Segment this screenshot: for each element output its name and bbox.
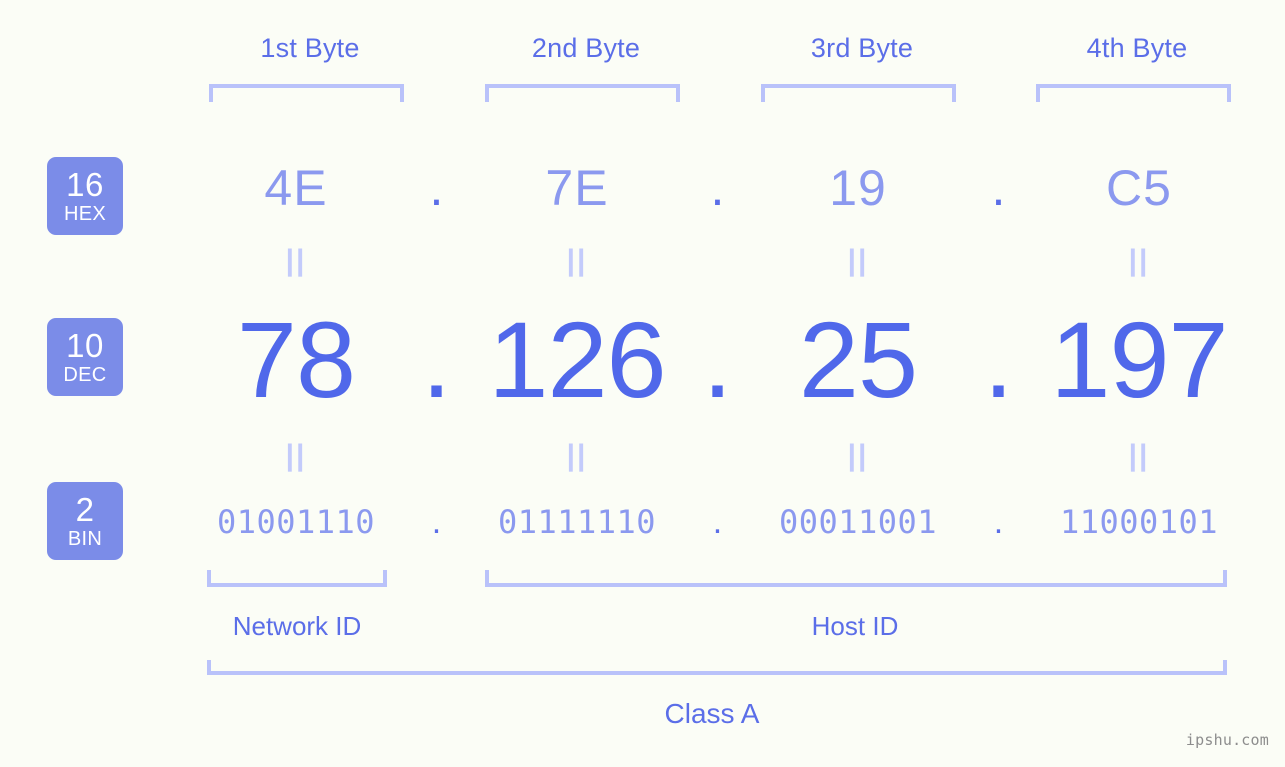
hex-byte-3: 19 <box>829 160 887 216</box>
equality-mark-2: || <box>566 244 588 277</box>
dec-byte-2: 126 <box>488 299 666 421</box>
byte-bracket-1 <box>209 84 404 102</box>
bin-byte-3: 00011001 <box>778 503 938 541</box>
dec-separator-2: . <box>702 299 733 421</box>
equality-row-dec-bin: || || || || <box>155 438 1280 474</box>
hex-byte-1: 4E <box>264 160 328 216</box>
ip-breakdown-diagram: 1st Byte 2nd Byte 3rd Byte 4th Byte 16 H… <box>0 0 1285 767</box>
byte-bracket-2 <box>485 84 680 102</box>
dec-separator-3: . <box>983 299 1014 421</box>
class-label: Class A <box>664 698 760 729</box>
hex-byte-4: C5 <box>1106 160 1172 216</box>
radix-badge-bin-unit: BIN <box>67 528 103 550</box>
bin-byte-2: 01111110 <box>497 503 657 541</box>
dec-separator-1: . <box>421 299 452 421</box>
hex-separator-3: . <box>991 160 1006 216</box>
radix-badge-dec-unit: DEC <box>63 364 107 386</box>
radix-badge-hex-unit: HEX <box>63 203 107 225</box>
bin-separator-1: . <box>431 502 442 541</box>
equality-row-hex-dec: || || || || <box>155 243 1280 279</box>
byte-bracket-3 <box>761 84 956 102</box>
hex-value-row: 4E . 7E . 19 . C5 <box>155 152 1280 224</box>
dec-byte-3: 25 <box>798 299 918 421</box>
equality-mark-5: || <box>285 439 307 472</box>
byte-header-2: 2nd Byte <box>531 33 641 63</box>
equality-mark-6: || <box>566 439 588 472</box>
equality-mark-8: || <box>1128 439 1150 472</box>
class-bracket <box>207 660 1227 675</box>
bin-byte-1: 01001110 <box>216 503 376 541</box>
hex-byte-2: 7E <box>545 160 609 216</box>
dec-byte-1: 78 <box>236 299 356 421</box>
byte-header-3: 3rd Byte <box>810 33 914 63</box>
byte-header-1: 1st Byte <box>260 33 360 63</box>
radix-badge-bin: 2 BIN <box>47 482 123 560</box>
equality-mark-3: || <box>847 244 869 277</box>
radix-badge-dec-number: 10 <box>66 327 104 364</box>
host-id-bracket <box>485 570 1227 587</box>
bin-byte-4: 11000101 <box>1059 503 1219 541</box>
radix-badge-hex-number: 16 <box>66 166 104 203</box>
radix-badge-dec: 10 DEC <box>47 318 123 396</box>
dec-byte-4: 197 <box>1050 299 1228 421</box>
equality-mark-1: || <box>285 244 307 277</box>
equality-mark-7: || <box>847 439 869 472</box>
byte-bracket-4 <box>1036 84 1231 102</box>
site-watermark: ipshu.com <box>1185 731 1269 749</box>
bin-separator-3: . <box>993 502 1004 541</box>
hex-separator-1: . <box>429 160 444 216</box>
equality-mark-4: || <box>1128 244 1150 277</box>
bin-value-row: 01001110 . 01111110 . 00011001 . 1100010… <box>155 496 1280 548</box>
bin-separator-2: . <box>712 502 723 541</box>
radix-badge-hex: 16 HEX <box>47 157 123 235</box>
hex-separator-2: . <box>710 160 725 216</box>
network-id-label: Network ID <box>232 611 362 641</box>
radix-badge-bin-number: 2 <box>75 491 95 528</box>
network-id-bracket <box>207 570 387 587</box>
byte-header-4: 4th Byte <box>1086 33 1188 63</box>
dec-value-row: 78 . 126 . 25 . 197 <box>155 300 1280 420</box>
host-id-label: Host ID <box>811 611 899 641</box>
